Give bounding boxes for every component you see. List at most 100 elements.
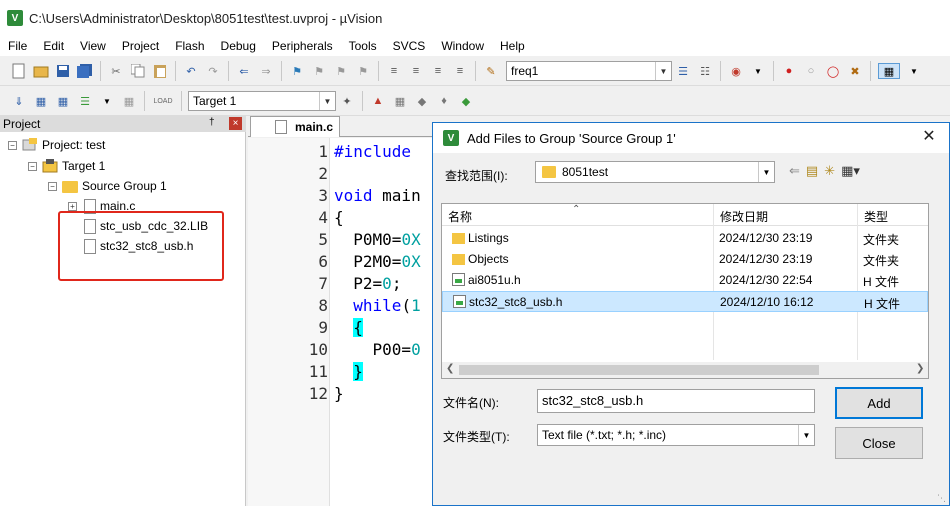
expand-icon[interactable]: + <box>68 201 77 211</box>
collapse-icon[interactable]: − <box>8 140 17 150</box>
kill-breakpoints-icon[interactable]: ✖ <box>847 63 863 79</box>
look-in-combo[interactable]: 8051test ▼ <box>535 161 775 183</box>
new-file-icon[interactable] <box>11 63 27 79</box>
back-icon[interactable]: ⇐ <box>789 163 800 179</box>
disable-breakpoint-icon[interactable]: ○ <box>803 63 819 79</box>
file-extensions-icon[interactable]: ▦ <box>392 93 408 109</box>
menu-help[interactable]: Help <box>492 36 533 56</box>
uncomment-icon[interactable]: ≡ <box>452 63 468 79</box>
unindent-icon[interactable]: ≡ <box>408 63 424 79</box>
collapse-icon[interactable]: − <box>48 181 57 191</box>
manage-runtime-icon[interactable]: ◆ <box>458 93 474 109</box>
window-layout-icon[interactable]: ▦ <box>878 63 900 79</box>
file-list-header: 名称 ⌃ 修改日期 类型 <box>442 204 928 226</box>
menu-window[interactable]: Window <box>433 36 492 56</box>
close-icon[interactable]: ✕ <box>919 127 939 147</box>
file-list-row[interactable]: ai8051u.h 2024/12/30 22:54 H 文件 <box>442 270 928 291</box>
debug-session-icon[interactable]: ◉ <box>728 63 744 79</box>
chevron-down-icon[interactable]: ▼ <box>319 92 335 110</box>
close-icon[interactable]: × <box>229 117 242 130</box>
close-button[interactable]: Close <box>835 427 923 459</box>
comment-icon[interactable]: ≡ <box>430 63 446 79</box>
scroll-right-icon[interactable]: ❯ <box>916 363 924 374</box>
add-button[interactable]: Add <box>835 387 923 419</box>
find-in-files-icon[interactable]: ✎ <box>483 63 499 79</box>
dropdown-arrow-icon[interactable]: ▼ <box>750 63 766 79</box>
save-all-icon[interactable] <box>77 63 93 79</box>
dropdown-arrow-icon[interactable]: ▼ <box>99 93 115 109</box>
view-menu-icon[interactable]: ▦▾ <box>841 163 860 179</box>
navigate-forward-icon[interactable]: ⇒ <box>258 63 274 79</box>
build-icon[interactable]: ▦ <box>33 93 49 109</box>
translate-icon[interactable]: ⇓ <box>11 93 27 109</box>
menu-debug[interactable]: Debug <box>213 36 264 56</box>
code-token: #include <box>334 142 412 161</box>
menu-edit[interactable]: Edit <box>35 36 72 56</box>
up-folder-icon[interactable]: ▤ <box>806 163 818 179</box>
menu-flash[interactable]: Flash <box>167 36 212 56</box>
scrollbar-thumb[interactable] <box>459 365 819 375</box>
file-list-row[interactable]: stc32_stc8_usb.h 2024/12/10 16:12 H 文件 <box>442 291 928 312</box>
open-folder-icon[interactable] <box>33 63 49 79</box>
next-bookmark-icon[interactable]: ⚑ <box>333 63 349 79</box>
incremental-find-icon[interactable]: ☷ <box>697 63 713 79</box>
download-load-icon[interactable]: LOAD <box>152 93 174 109</box>
code-token: P00= <box>334 340 412 359</box>
new-folder-icon[interactable]: ✳ <box>824 163 835 179</box>
pin-icon[interactable]: † <box>209 117 215 128</box>
paste-icon[interactable] <box>152 63 168 79</box>
menu-project[interactable]: Project <box>114 36 167 56</box>
file-list-row[interactable]: Objects 2024/12/30 23:19 文件夹 <box>442 249 928 270</box>
tree-item-project[interactable]: − Project: test <box>8 136 105 154</box>
copy-icon[interactable] <box>130 63 146 79</box>
manage-components-icon[interactable]: ▲ <box>370 93 386 109</box>
column-header-modified[interactable]: 修改日期 <box>720 208 768 225</box>
menu-svcs[interactable]: SVCS <box>385 36 434 56</box>
target-options-icon[interactable]: ✦ <box>339 93 355 109</box>
undo-icon[interactable]: ↶ <box>183 63 199 79</box>
tree-item-source-group[interactable]: − Source Group 1 <box>48 177 167 195</box>
redo-icon[interactable]: ↷ <box>205 63 221 79</box>
column-header-name[interactable]: 名称 <box>448 208 472 225</box>
horizontal-scrollbar[interactable]: ❮ ❯ <box>442 362 928 378</box>
cut-icon[interactable]: ✂ <box>108 63 124 79</box>
menu-peripherals[interactable]: Peripherals <box>264 36 341 56</box>
menu-file[interactable]: File <box>0 36 35 56</box>
bookmark-icon[interactable]: ⚑ <box>289 63 305 79</box>
indent-icon[interactable]: ≡ <box>386 63 402 79</box>
prev-bookmark-icon[interactable]: ⚑ <box>311 63 327 79</box>
batch-build-icon[interactable]: ☰ <box>77 93 93 109</box>
code-token: { <box>334 208 344 227</box>
select-software-packs-icon[interactable]: ◆ <box>414 93 430 109</box>
filename-input[interactable]: stc32_stc8_usb.h <box>537 389 815 413</box>
collapse-icon[interactable]: − <box>28 161 37 171</box>
navigate-back-icon[interactable]: ⇐ <box>236 63 252 79</box>
chevron-down-icon[interactable]: ▼ <box>655 62 671 80</box>
scroll-left-icon[interactable]: ❮ <box>446 363 454 374</box>
chevron-down-icon[interactable]: ▼ <box>798 425 814 445</box>
dropdown-arrow-icon[interactable]: ▼ <box>906 63 922 79</box>
rebuild-icon[interactable]: ▦ <box>55 93 71 109</box>
filetype-select[interactable]: Text file (*.txt; *.h; *.inc) ▼ <box>537 424 815 446</box>
project-panel-title: Project <box>3 117 41 131</box>
column-header-type[interactable]: 类型 <box>864 208 888 225</box>
find-combo[interactable]: freq1 ▼ <box>506 61 672 81</box>
menu-tools[interactable]: Tools <box>341 36 385 56</box>
chevron-down-icon[interactable]: ▼ <box>758 162 774 182</box>
code-line: } <box>334 384 344 406</box>
target-combo[interactable]: Target 1 ▼ <box>188 91 336 111</box>
clear-bookmarks-icon[interactable]: ⚑ <box>355 63 371 79</box>
resize-grip-icon[interactable]: ⋱ <box>937 493 946 504</box>
tab-main-c[interactable]: main.c <box>250 116 340 137</box>
stop-build-icon[interactable]: ▦ <box>121 93 137 109</box>
breakpoint-icon[interactable]: ● <box>781 63 797 79</box>
pack-installer-icon[interactable]: ♦ <box>436 93 452 109</box>
disable-all-breakpoints-icon[interactable]: ◯ <box>825 63 841 79</box>
tree-item-target[interactable]: − Target 1 <box>28 157 105 175</box>
file-list-row[interactable]: Listings 2024/12/30 23:19 文件夹 <box>442 228 928 249</box>
find-icon[interactable]: ☰ <box>675 63 691 79</box>
save-icon[interactable] <box>55 63 71 79</box>
menu-view[interactable]: View <box>72 36 114 56</box>
line-number: 9 <box>318 318 328 337</box>
